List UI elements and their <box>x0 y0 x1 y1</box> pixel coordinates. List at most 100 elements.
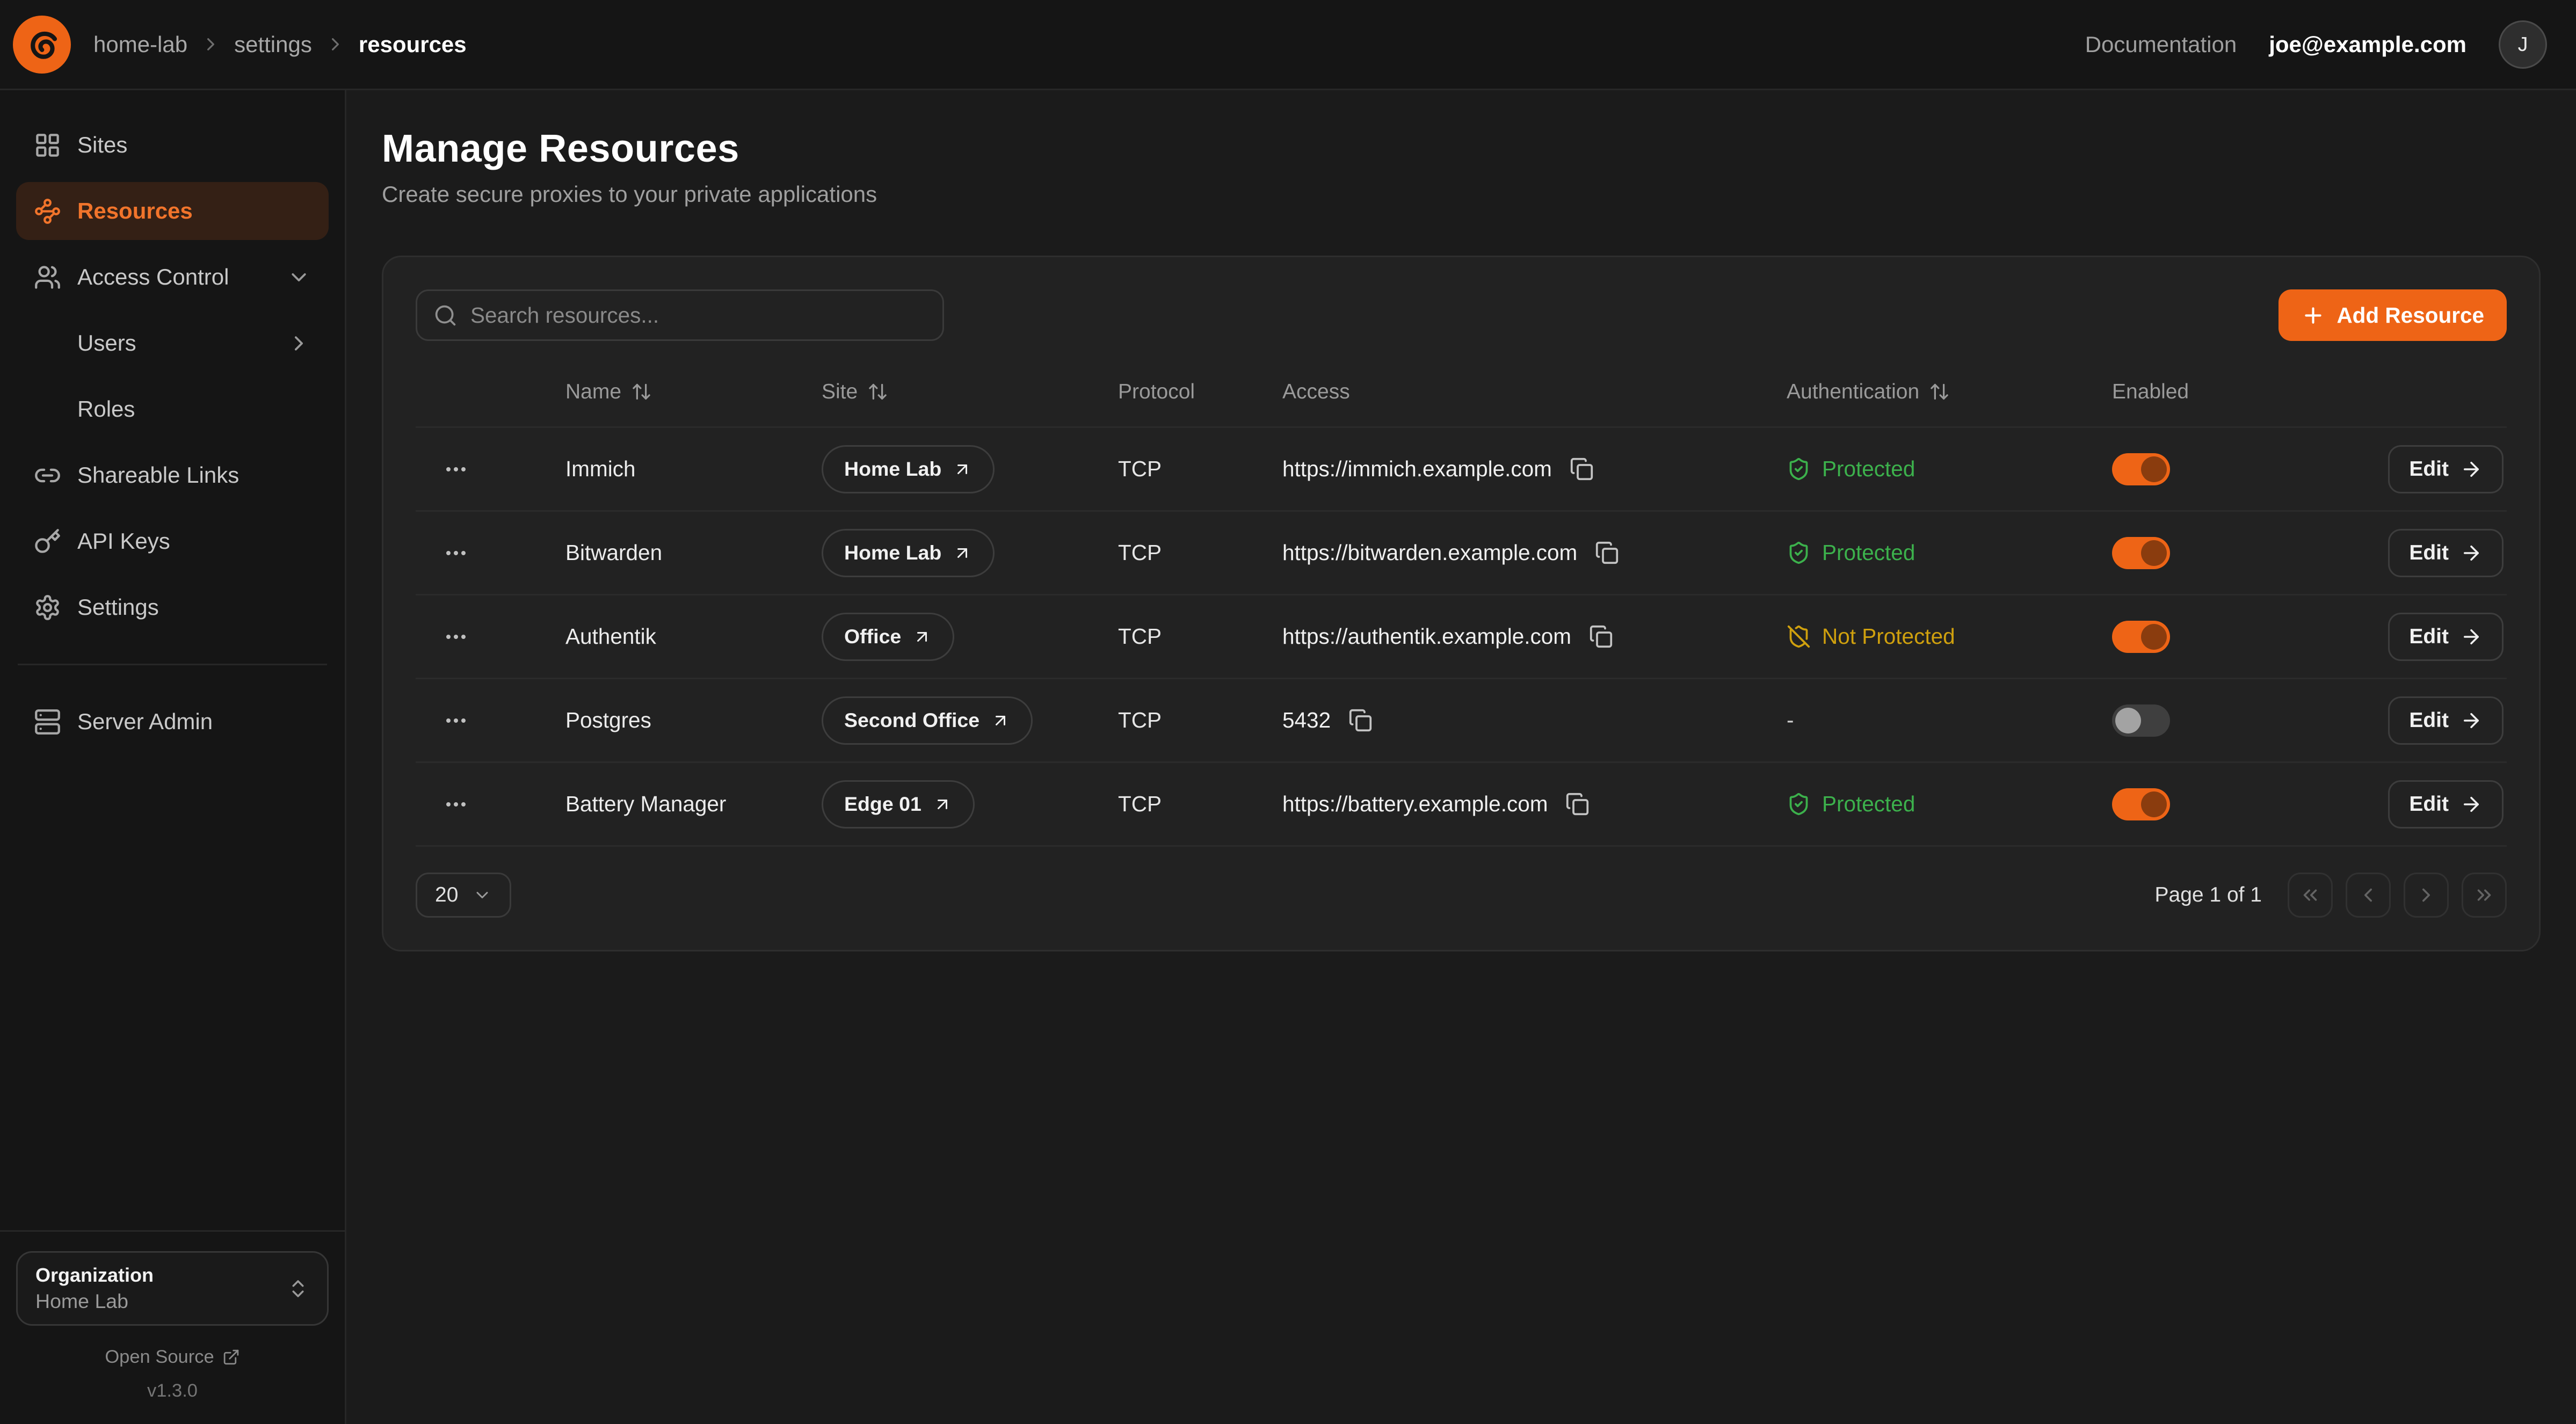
open-source-label: Open Source <box>105 1347 214 1368</box>
edit-button[interactable]: Edit <box>2388 445 2504 493</box>
row-actions-button[interactable] <box>440 537 472 569</box>
edit-button[interactable]: Edit <box>2388 613 2504 661</box>
column-header-site[interactable]: Site <box>822 380 1118 404</box>
breadcrumb-item-home-lab[interactable]: home-lab <box>93 32 187 57</box>
sidebar-item-shareable-links[interactable]: Shareable Links <box>16 446 329 504</box>
sidebar-item-resources[interactable]: Resources <box>16 182 329 240</box>
edit-button[interactable]: Edit <box>2388 696 2504 745</box>
protocol: TCP <box>1118 540 1282 565</box>
sidebar-item-label: Settings <box>77 594 159 620</box>
resource-name: Postgres <box>565 708 822 733</box>
row-actions-button[interactable] <box>440 788 472 820</box>
access-url[interactable]: https://authentik.example.com <box>1282 624 1571 649</box>
row-actions-button[interactable] <box>440 453 472 485</box>
copy-button[interactable] <box>1592 537 1622 568</box>
auth-status: Not Protected <box>1787 624 2112 649</box>
site-link-button[interactable]: Office <box>822 613 954 661</box>
table-header: NameSiteProtocolAccessAuthenticationEnab… <box>416 357 2507 428</box>
row-actions-button[interactable] <box>440 621 472 653</box>
breadcrumb: home-lab settings resources <box>93 32 467 57</box>
page-size-select[interactable]: 20 <box>416 873 511 918</box>
search-box <box>416 289 944 341</box>
arrow-right-icon <box>2460 542 2483 564</box>
page-indicator: Page 1 of 1 <box>2155 883 2262 907</box>
user-email[interactable]: joe@example.com <box>2269 32 2466 57</box>
access-url[interactable]: https://immich.example.com <box>1282 456 1552 482</box>
copy-icon <box>1570 457 1594 481</box>
breadcrumb-item-settings[interactable]: settings <box>234 32 312 57</box>
open-source-link[interactable]: Open Source <box>16 1347 329 1368</box>
arrow-up-right-icon <box>953 460 972 479</box>
sort-icon <box>1929 381 1950 402</box>
documentation-link[interactable]: Documentation <box>2085 32 2237 57</box>
sidebar-item-sites[interactable]: Sites <box>16 116 329 174</box>
sidebar-item-roles[interactable]: Roles <box>16 380 329 438</box>
avatar-initial: J <box>2518 33 2528 56</box>
table-row: Battery ManagerEdge 01TCPhttps://battery… <box>416 763 2507 847</box>
sidebar: Sites Resources Access Control Users Roles Sh… <box>0 90 346 1424</box>
enabled-toggle[interactable] <box>2112 788 2170 820</box>
ellipsis-icon <box>443 456 469 482</box>
sidebar-item-access-control[interactable]: Access Control <box>16 248 329 306</box>
copy-icon <box>1595 541 1619 565</box>
grid-icon <box>34 132 61 159</box>
sidebar-item-users[interactable]: Users <box>16 314 329 372</box>
access-url[interactable]: https://battery.example.com <box>1282 791 1548 817</box>
access-url[interactable]: https://bitwarden.example.com <box>1282 540 1577 565</box>
breadcrumb-item-resources[interactable]: resources <box>359 32 467 57</box>
resource-name: Immich <box>565 456 822 482</box>
gear-icon <box>34 594 61 621</box>
site-link-button[interactable]: Home Lab <box>822 529 995 577</box>
shell: Sites Resources Access Control Users Roles Sh… <box>0 90 2576 1424</box>
enabled-toggle[interactable] <box>2112 704 2170 737</box>
column-header-name[interactable]: Name <box>565 380 822 404</box>
copy-button[interactable] <box>1345 705 1376 736</box>
site-link-button[interactable]: Home Lab <box>822 445 995 493</box>
page-title: Manage Resources <box>382 126 2541 172</box>
arrow-up-right-icon <box>991 711 1010 730</box>
org-selector[interactable]: Organization Home Lab <box>16 1251 329 1326</box>
next-page-button[interactable] <box>2404 873 2449 918</box>
sidebar-item-label: Server Admin <box>77 709 213 735</box>
sidebar-item-label: Resources <box>77 198 193 224</box>
main-content: Manage Resources Create secure proxies t… <box>346 90 2576 1424</box>
site-link-button[interactable]: Edge 01 <box>822 780 975 829</box>
sidebar-item-settings[interactable]: Settings <box>16 578 329 636</box>
breadcrumb-separator-icon <box>325 34 346 55</box>
first-page-button[interactable] <box>2288 873 2333 918</box>
chevron-down-icon <box>287 265 311 289</box>
add-resource-button[interactable]: Add Resource <box>2279 289 2507 341</box>
table-body: ImmichHome LabTCPhttps://immich.example.… <box>416 428 2507 847</box>
sidebar-item-api-keys[interactable]: API Keys <box>16 512 329 570</box>
protocol: TCP <box>1118 624 1282 649</box>
shield-check-icon <box>1787 457 1811 481</box>
shield-off-icon <box>1787 624 1811 649</box>
site-link-button[interactable]: Second Office <box>822 696 1033 745</box>
enabled-toggle[interactable] <box>2112 537 2170 569</box>
edit-button[interactable]: Edit <box>2388 529 2504 577</box>
prev-page-button[interactable] <box>2346 873 2391 918</box>
app-logo-icon[interactable] <box>13 16 71 74</box>
column-header-access: Access <box>1282 380 1787 404</box>
row-actions-button[interactable] <box>440 704 472 737</box>
search-input[interactable] <box>470 303 926 328</box>
sidebar-footer: Organization Home Lab Open Source v1.3.0 <box>0 1230 345 1424</box>
avatar[interactable]: J <box>2499 20 2547 69</box>
access-url[interactable]: 5432 <box>1282 708 1331 733</box>
copy-button[interactable] <box>1562 789 1593 819</box>
edit-button[interactable]: Edit <box>2388 780 2504 829</box>
pagination-controls: Page 1 of 1 <box>2155 873 2507 918</box>
column-header-authentication[interactable]: Authentication <box>1787 380 2112 404</box>
last-page-button[interactable] <box>2462 873 2507 918</box>
table-row: ImmichHome LabTCPhttps://immich.example.… <box>416 428 2507 512</box>
sidebar-item-server-admin[interactable]: Server Admin <box>16 693 329 751</box>
copy-button[interactable] <box>1566 454 1597 484</box>
sidebar-item-label: API Keys <box>77 528 170 554</box>
enabled-toggle[interactable] <box>2112 453 2170 485</box>
enabled-toggle[interactable] <box>2112 621 2170 653</box>
copy-button[interactable] <box>1586 621 1616 652</box>
external-link-icon <box>222 1348 240 1366</box>
protocol: TCP <box>1118 791 1282 817</box>
arrow-right-icon <box>2460 626 2483 648</box>
arrow-right-icon <box>2460 709 2483 732</box>
